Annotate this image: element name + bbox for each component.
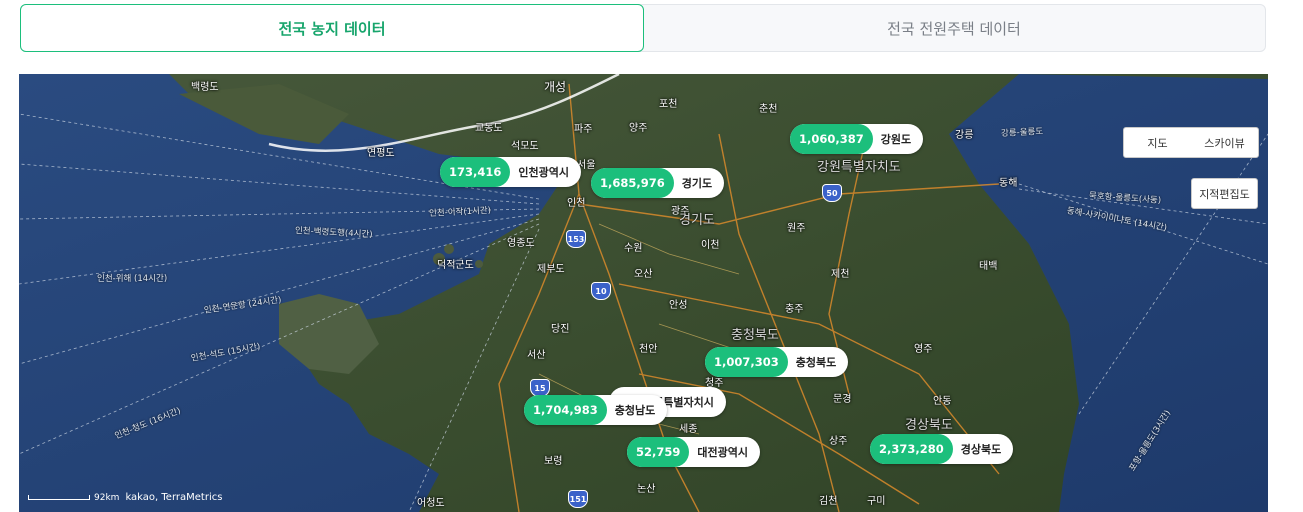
place-label: 수원 bbox=[624, 243, 643, 254]
place-label: 파주 bbox=[574, 124, 593, 135]
place-label: 교동도 bbox=[475, 123, 503, 134]
region-label: 강원특별자치도 bbox=[817, 160, 901, 175]
place-label: 논산 bbox=[637, 484, 656, 495]
place-label: 보령 bbox=[544, 456, 563, 467]
stat-bubble-chungnam[interactable]: 1,704,983 충청남도 bbox=[524, 395, 668, 425]
place-label: 안성 bbox=[669, 300, 688, 311]
highway-shield: 151 bbox=[568, 490, 588, 508]
place-label: 석모도 bbox=[511, 141, 539, 152]
place-label: 영종도 bbox=[507, 238, 535, 249]
stat-bubble-chungbuk[interactable]: 1,007,303 충청북도 bbox=[705, 347, 849, 377]
ferry-route-label: 강릉-울릉도 bbox=[1000, 126, 1044, 139]
place-label: 제천 bbox=[831, 269, 850, 280]
place-label: 구미 bbox=[867, 496, 886, 507]
tab-country-house-data[interactable]: 전국 전원주택 데이터 bbox=[643, 5, 1265, 51]
place-label: 양주 bbox=[629, 123, 648, 134]
stat-region: 경상북도 bbox=[960, 443, 1002, 456]
place-label: 강릉 bbox=[955, 130, 974, 141]
place-label: 연평도 bbox=[367, 148, 395, 159]
stat-region: 충청북도 bbox=[795, 356, 837, 369]
place-label: 오산 bbox=[634, 269, 653, 280]
cadastral-map-button[interactable]: 지적편집도 bbox=[1191, 178, 1258, 209]
place-label: 문경 bbox=[833, 394, 852, 405]
map-type-skyview-button[interactable]: 스카이뷰 bbox=[1191, 135, 1258, 151]
region-label: 충청북도 bbox=[731, 328, 779, 343]
place-label: 서산 bbox=[527, 350, 546, 361]
place-label: 충주 bbox=[785, 304, 804, 315]
place-label: 제부도 bbox=[537, 264, 565, 275]
place-label: 천안 bbox=[639, 344, 658, 355]
stat-bubble-gangwon[interactable]: 1,060,387 강원도 bbox=[790, 124, 924, 154]
place-label: 세종 bbox=[679, 424, 698, 435]
satellite-map[interactable]: 백령도 개성 포천 춘천 교동도 석모도 파주 양주 연평도 서울 인천 광주 … bbox=[19, 74, 1268, 512]
place-label: 안동 bbox=[933, 396, 952, 407]
place-label: 원주 bbox=[787, 223, 806, 234]
stat-region: 인천광역시 bbox=[518, 166, 569, 179]
highway-shield: 50 bbox=[822, 184, 842, 202]
stat-value: 173,416 bbox=[440, 157, 511, 187]
scale-text: 92km bbox=[94, 492, 120, 503]
place-label: 인천 bbox=[567, 198, 586, 209]
place-label: 포천 bbox=[659, 99, 678, 110]
map-scale: 92km kakao, TerraMetrics bbox=[28, 492, 222, 503]
place-label: 어청도 bbox=[417, 498, 445, 509]
place-label: 이천 bbox=[701, 240, 720, 251]
stat-bubble-daejeon[interactable]: 52,759 대전광역시 bbox=[627, 437, 760, 467]
stat-bubble-incheon[interactable]: 173,416 인천광역시 bbox=[440, 157, 581, 187]
tab-farmland-data[interactable]: 전국 농지 데이터 bbox=[20, 4, 644, 52]
stat-bubble-gyeonggi[interactable]: 1,685,976 경기도 bbox=[591, 168, 725, 198]
stat-value: 2,373,280 bbox=[870, 434, 953, 464]
stat-region: 대전광역시 bbox=[697, 446, 748, 459]
place-label: 개성 bbox=[544, 80, 567, 94]
stat-value: 1,060,387 bbox=[790, 124, 873, 154]
map-attribution: kakao, TerraMetrics bbox=[125, 492, 223, 503]
stat-bubble-gyeongbuk[interactable]: 2,373,280 경상북도 bbox=[870, 434, 1014, 464]
place-label: 동해 bbox=[999, 178, 1018, 189]
place-label: 김천 bbox=[819, 496, 838, 507]
place-label: 영주 bbox=[914, 344, 933, 355]
map-type-roadmap-button[interactable]: 지도 bbox=[1124, 135, 1191, 151]
map-type-control: 지도 스카이뷰 bbox=[1123, 127, 1259, 158]
region-label: 경기도 bbox=[679, 213, 715, 228]
place-label: 태백 bbox=[979, 261, 998, 272]
place-label: 상주 bbox=[829, 436, 848, 447]
stat-region: 경기도 bbox=[681, 177, 713, 190]
highway-shield: 10 bbox=[591, 282, 611, 300]
stat-value: 52,759 bbox=[627, 437, 690, 467]
ferry-route-label: 인천-위해 (14시간) bbox=[97, 274, 168, 284]
stat-region: 강원도 bbox=[880, 133, 912, 146]
data-tab-bar: 전국 농지 데이터 전국 전원주택 데이터 bbox=[20, 4, 1266, 52]
place-label: 춘천 bbox=[759, 104, 778, 115]
stat-value: 1,007,303 bbox=[705, 347, 788, 377]
place-label: 당진 bbox=[551, 324, 570, 335]
place-label: 덕적군도 bbox=[437, 260, 474, 271]
stat-value: 1,704,983 bbox=[524, 395, 607, 425]
highway-shield: 153 bbox=[566, 230, 586, 248]
place-label: 백령도 bbox=[191, 82, 219, 93]
stat-value: 1,685,976 bbox=[591, 168, 674, 198]
scale-bar bbox=[28, 495, 90, 500]
stat-region: 충청남도 bbox=[614, 404, 656, 417]
region-label: 경상북도 bbox=[905, 418, 953, 433]
